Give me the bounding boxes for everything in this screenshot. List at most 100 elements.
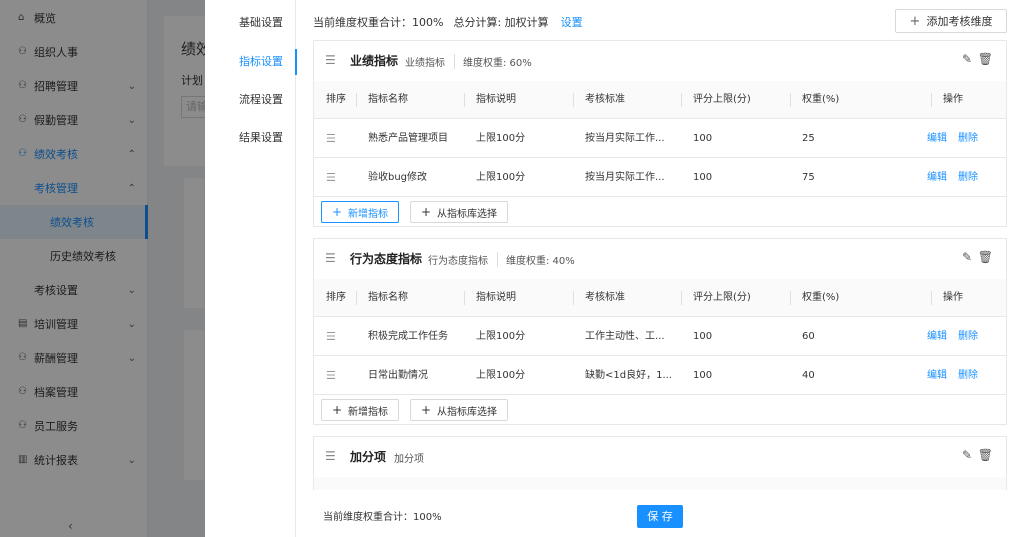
column-header: 考核标准 [573,81,625,119]
drag-handle-icon[interactable]: ☰ [325,53,336,67]
add-indicator-label: 新增指标 [348,406,389,418]
indicator-max: 100 [693,370,713,381]
plus-icon: + [420,205,432,219]
indicator-desc: 上限100分 [476,133,526,144]
indicator-max: 100 [693,172,713,183]
weight-summary: 当前维度权重合计：100% 总分计算: 加权计算 设置 [313,14,583,30]
edit-link[interactable]: 编辑 [927,317,947,356]
drag-handle-icon[interactable]: ☰ [326,356,336,395]
add-indicator-button[interactable]: + 新增指标 [321,201,399,223]
drawer-tabs: 基础设置 指标设置 流程设置 结果设置 [205,0,297,537]
table-row: ☰ 验收bug修改 上限100分 按当月实际工作... 100 75 编辑 删除 [314,158,1006,197]
column-header: 指标说明 [464,279,516,317]
settings-drawer: 基础设置 指标设置 流程设置 结果设置 当前维度权重合计：100% 总分计算: 加… [205,0,1024,537]
dimension-weight: 维度权重: 60% [454,54,532,69]
indicator-desc: 上限100分 [476,331,526,342]
indicator-name: 熟悉产品管理项目 [368,133,448,144]
dimension-header: ☰ 业绩指标 业绩指标 维度权重: 60% ✎ 🗑 [314,41,1006,79]
indicator-standard: 工作主动性、工... [585,331,665,342]
edit-icon[interactable]: ✎ [962,52,972,66]
add-indicator-label: 新增指标 [348,208,389,220]
dimension-card: ☰ 行为态度指标 行为态度指标 维度权重: 40% ✎ 🗑 排序 指标名称 指标… [313,238,1007,425]
tab-process-settings[interactable]: 流程设置 [205,87,296,113]
trash-icon[interactable]: 🗑 [978,250,993,264]
column-header: 权重(%) [789,279,839,317]
drag-handle-icon[interactable]: ☰ [325,251,336,265]
dimension-weight: 维度权重: 40% [497,252,575,267]
trash-icon[interactable]: 🗑 [978,448,993,462]
total-weight-text: 当前维度权重合计：100% [313,16,444,29]
plus-icon: + [331,205,343,219]
indicator-name: 验收bug修改 [368,172,428,183]
column-header: 操作 [931,81,963,119]
delete-link[interactable]: 删除 [958,317,978,356]
indicator-name: 积极完成工作任务 [368,331,448,342]
add-dimension-button[interactable]: + 添加考核维度 [895,9,1007,33]
indicator-weight: 60 [802,331,815,342]
settings-link[interactable]: 设置 [561,16,583,29]
table-row: ☰ 积极完成工作任务 上限100分 工作主动性、工... 100 60 编辑 删… [314,317,1006,356]
indicator-weight: 75 [802,172,815,183]
table-header: 排序 指标名称 指标说明 考核标准 评分上限(分) 权重(%) 操作 [314,81,1006,119]
indicator-name: 日常出勤情况 [368,370,428,381]
tab-indicator-settings[interactable]: 指标设置 [205,49,297,75]
indicator-desc: 上限100分 [476,172,526,183]
select-from-library-button[interactable]: + 从指标库选择 [410,201,508,223]
dimension-card: ☰ 业绩指标 业绩指标 维度权重: 60% ✎ 🗑 排序 指标名称 指标说明 考… [313,40,1007,227]
column-header: 操作 [931,279,963,317]
edit-link[interactable]: 编辑 [927,356,947,395]
dimension-desc: 行为态度指标 [428,256,488,267]
add-dimension-label: 添加考核维度 [926,15,993,28]
indicator-settings-content: 当前维度权重合计：100% 总分计算: 加权计算 设置 + 添加考核维度 ☰ 业绩指… [313,0,1007,490]
tab-basic-settings[interactable]: 基础设置 [205,10,296,36]
column-header: 评分上限(分) [681,279,751,317]
edit-link[interactable]: 编辑 [927,158,947,197]
trash-icon[interactable]: 🗑 [978,52,993,66]
delete-link[interactable]: 删除 [958,119,978,158]
plus-icon: + [909,13,921,29]
edit-icon[interactable]: ✎ [962,448,972,462]
calc-method-text: 总分计算: 加权计算 [453,16,549,29]
column-header: 指标说明 [464,81,516,119]
drawer-footer: 当前维度权重合计：100% 保 存 [296,490,1024,537]
add-indicator-button[interactable]: + 新增指标 [321,399,399,421]
tab-result-settings[interactable]: 结果设置 [205,125,296,151]
indicator-standard: 缺勤<1d良好，1... [585,370,672,381]
column-header: 指标名称 [356,81,408,119]
column-header: 排序 [326,94,346,105]
table-header: 排序 指标名称 指标说明 考核标准 评分上限(分) 权重(%) 操作 [314,279,1006,317]
dimension-name: 业绩指标 [350,54,399,68]
dimension-desc: 加分项 [394,454,424,465]
edit-icon[interactable]: ✎ [962,250,972,264]
edit-link[interactable]: 编辑 [927,119,947,158]
drag-handle-icon[interactable]: ☰ [326,317,336,356]
column-header: 指标名称 [356,279,408,317]
dimension-name: 行为态度指标 [350,252,423,266]
save-button[interactable]: 保 存 [637,505,683,528]
indicator-max: 100 [693,133,713,144]
table-header [314,477,1006,490]
drag-handle-icon[interactable]: ☰ [326,158,336,197]
drag-handle-icon[interactable]: ☰ [325,449,336,463]
column-header: 排序 [326,292,346,303]
column-header: 评分上限(分) [681,81,751,119]
column-header: 权重(%) [789,81,839,119]
delete-link[interactable]: 删除 [958,356,978,395]
indicator-weight: 40 [802,370,815,381]
dimension-card: ☰ 加分项 加分项 ✎ 🗑 [313,436,1007,490]
indicator-standard: 按当月实际工作... [585,133,665,144]
select-from-library-label: 从指标库选择 [437,208,498,220]
table-row: ☰ 熟悉产品管理项目 上限100分 按当月实际工作... 100 25 编辑 删… [314,119,1006,158]
dimension-name: 加分项 [350,450,387,464]
dimension-desc: 业绩指标 [405,58,445,69]
plus-icon: + [331,403,343,417]
select-from-library-label: 从指标库选择 [437,406,498,418]
dimension-header: ☰ 加分项 加分项 ✎ 🗑 [314,437,1006,475]
select-from-library-button[interactable]: + 从指标库选择 [410,399,508,421]
footer-total-weight: 当前维度权重合计：100% [323,512,442,523]
dimension-header: ☰ 行为态度指标 行为态度指标 维度权重: 40% ✎ 🗑 [314,239,1006,277]
table-row: ☰ 日常出勤情况 上限100分 缺勤<1d良好，1... 100 40 编辑 删… [314,356,1006,395]
delete-link[interactable]: 删除 [958,158,978,197]
indicator-desc: 上限100分 [476,370,526,381]
drag-handle-icon[interactable]: ☰ [326,119,336,158]
